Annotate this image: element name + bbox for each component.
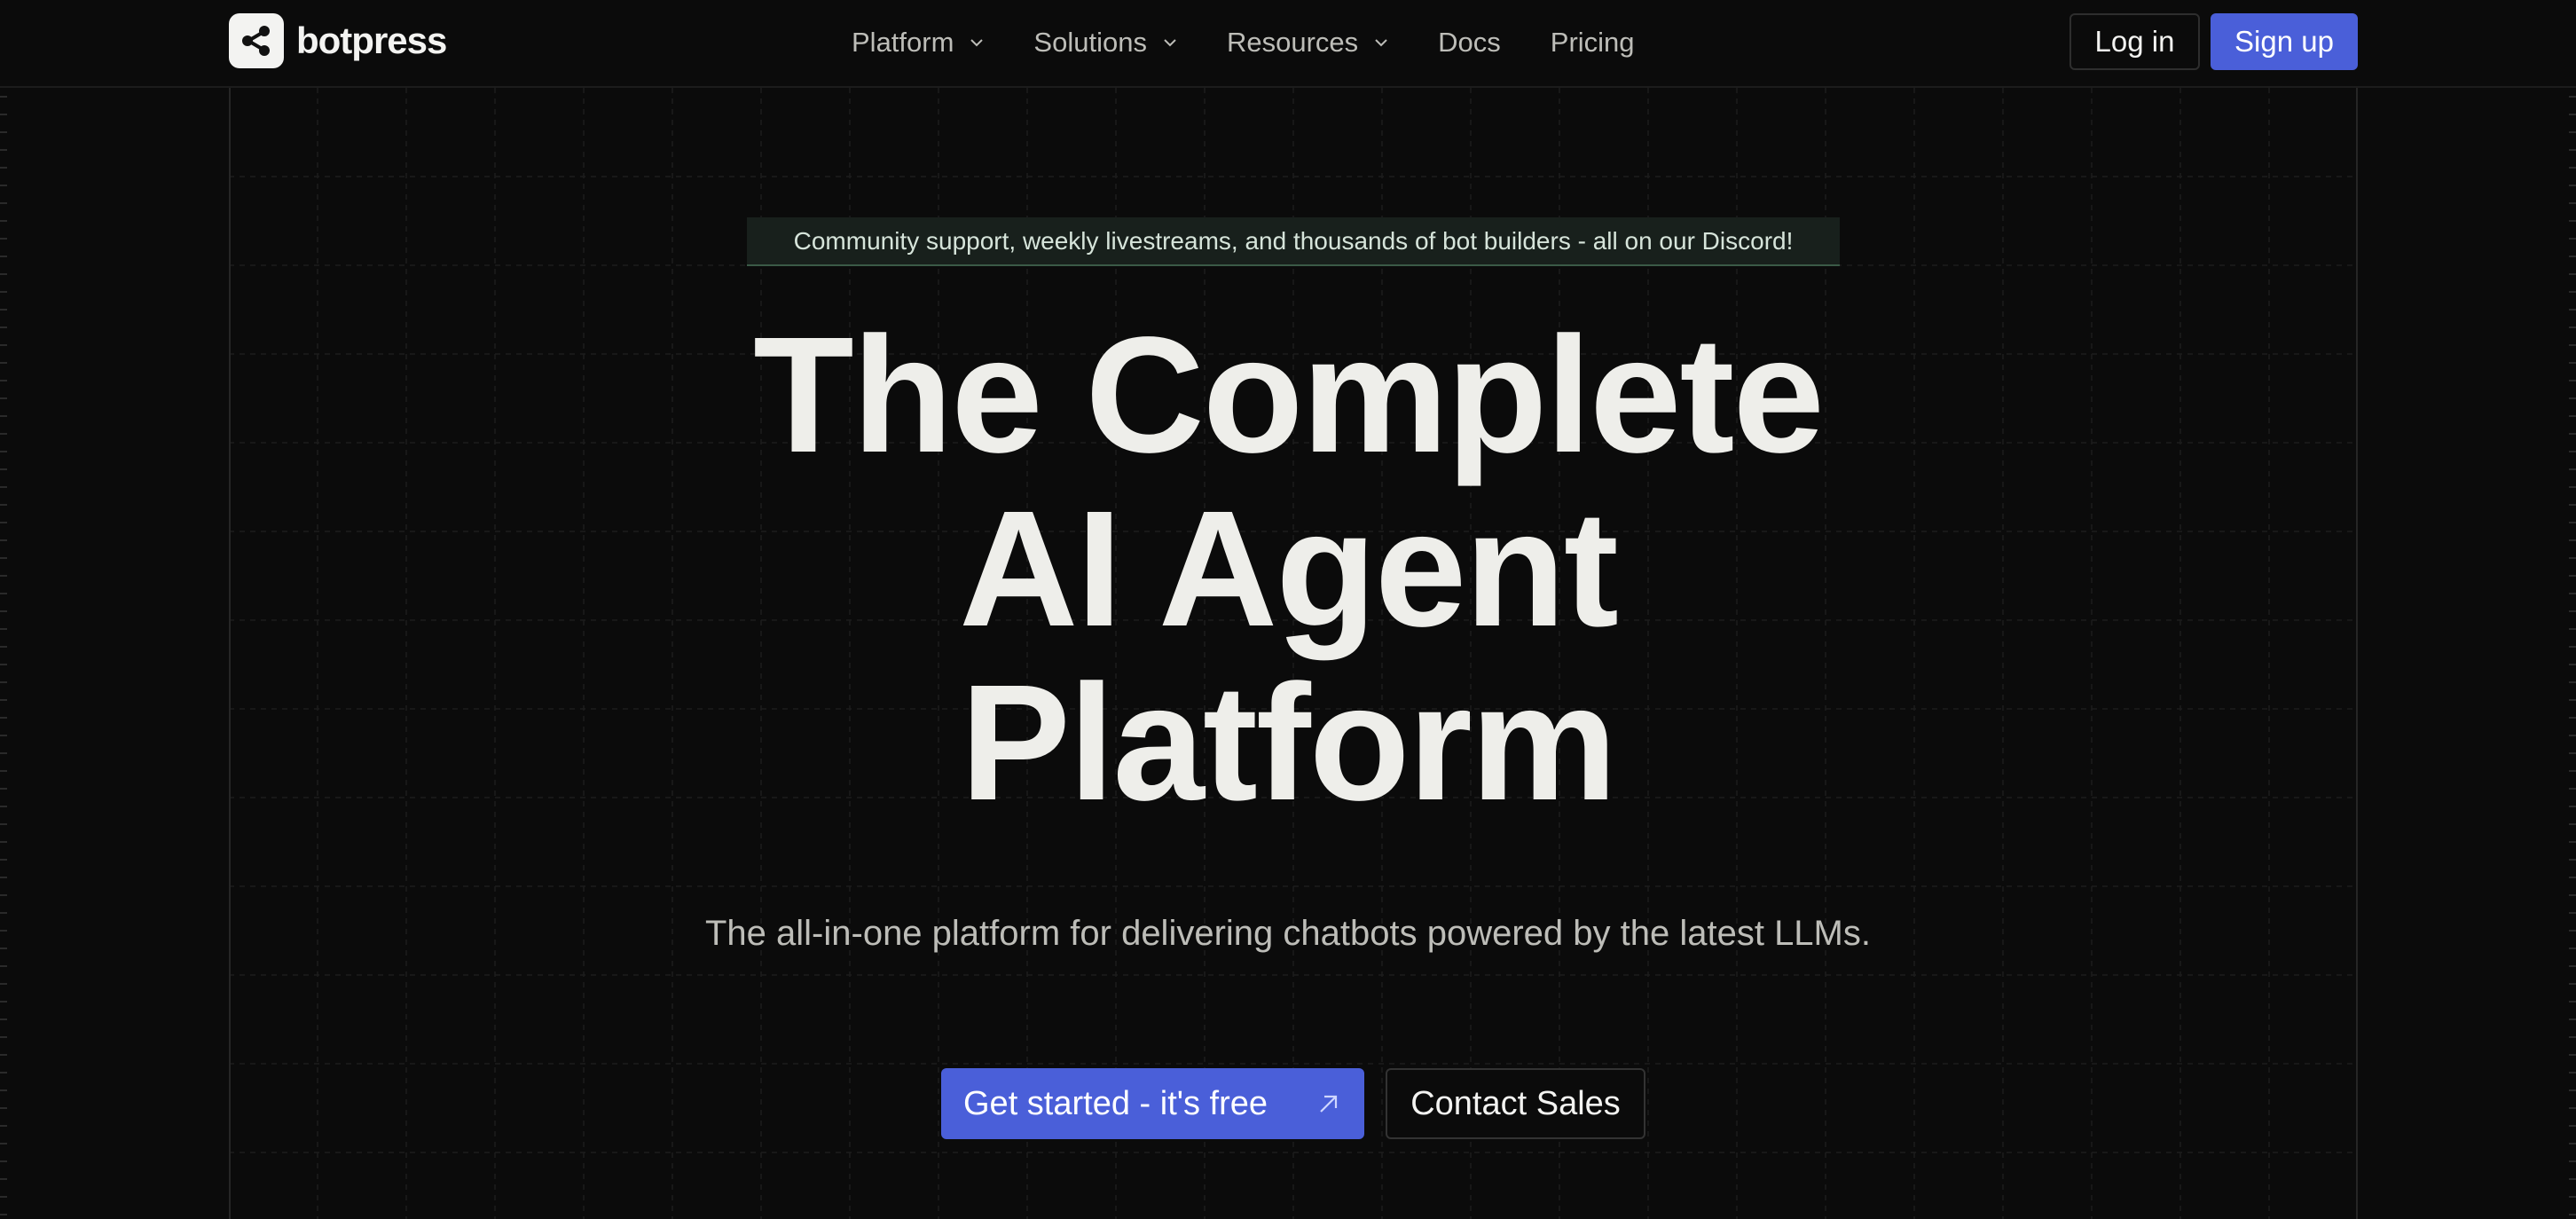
chevron-down-icon: [1164, 39, 1176, 47]
main-nav: Platform Solutions Resources Docs Pricin…: [852, 0, 1685, 85]
arrow-up-right-icon: [1320, 1095, 1338, 1113]
right-ruler-ticks: [2569, 96, 2576, 1215]
nav-item-platform[interactable]: Platform: [852, 27, 984, 59]
hero-title: The Complete AI Agent Platform: [490, 309, 2086, 830]
chevron-down-icon: [1375, 39, 1387, 47]
nav-item-label: Pricing: [1550, 27, 1635, 58]
hero-subtitle: The all-in-one platform for delivering c…: [704, 914, 1871, 953]
brand-name: botpress: [296, 20, 447, 61]
hero-title-line: The Complete: [753, 303, 1825, 487]
get-started-label: Get started - it's free: [963, 1084, 1268, 1122]
nav-item-label: Docs: [1438, 27, 1501, 58]
login-button[interactable]: Log in: [2069, 13, 2200, 70]
signup-button[interactable]: Sign up: [2211, 13, 2358, 70]
nav-item-label: Platform: [852, 27, 954, 58]
nav-item-docs[interactable]: Docs: [1438, 27, 1501, 59]
nav-item-pricing[interactable]: Pricing: [1551, 27, 1635, 59]
top-navbar: botpress Platform Solutions Resources Do…: [0, 0, 2576, 88]
left-ruler-ticks: [0, 96, 7, 1215]
hero-title-line: AI Agent: [959, 477, 1619, 661]
nav-item-label: Resources: [1226, 27, 1359, 58]
get-started-button[interactable]: Get started - it's free: [941, 1068, 1364, 1139]
nav-item-resources[interactable]: Resources: [1227, 27, 1388, 59]
discord-announcement-banner[interactable]: Community support, weekly livestreams, a…: [747, 217, 1840, 266]
brand-logo[interactable]: botpress: [229, 13, 447, 68]
nav-item-label: Solutions: [1033, 27, 1147, 58]
announcement-text: Community support, weekly livestreams, a…: [793, 226, 1794, 255]
share-nodes-icon: [229, 13, 284, 68]
page: botpress Platform Solutions Resources Do…: [0, 0, 2576, 1219]
nav-item-solutions[interactable]: Solutions: [1033, 27, 1177, 59]
hero-title-line: Platform: [960, 651, 1617, 835]
contact-sales-button[interactable]: Contact Sales: [1386, 1068, 1645, 1139]
chevron-down-icon: [970, 39, 984, 47]
